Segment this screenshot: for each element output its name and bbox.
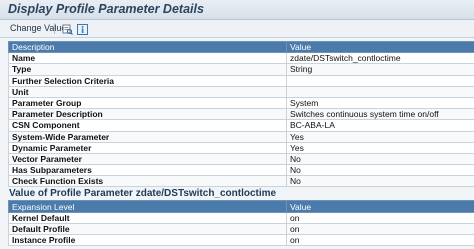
row-label: Parameter Group	[8, 96, 287, 110]
value-section-title: Value of Profile Parameter zdate/DSTswit…	[8, 187, 474, 201]
row-value: on	[286, 222, 474, 236]
table-row: Parameter Group System	[8, 96, 474, 110]
table-row: Type String	[8, 63, 474, 76]
page-title: Display Profile Parameter Details	[8, 2, 204, 16]
table-header-row: Description Value	[8, 40, 474, 54]
details-table: Description Value Name zdate/DSTswitch_co…	[8, 40, 474, 188]
table-row: Name zdate/DSTswitch_contloctime	[8, 52, 474, 65]
table-row: Parameter Description Switches continuous…	[8, 108, 474, 121]
row-label: Default Profile	[8, 222, 287, 236]
row-value: No	[286, 152, 474, 166]
row-value: String	[286, 63, 474, 76]
row-label: Type	[8, 63, 287, 76]
row-label: Unit	[8, 85, 287, 98]
row-value	[286, 85, 474, 98]
row-label: Instance Profile	[8, 233, 287, 247]
row-label: Check Function Exists	[8, 175, 287, 188]
table-row: Dynamic Parameter Yes	[8, 141, 474, 154]
column-header[interactable]: Expansion Level	[8, 200, 287, 213]
main-content: Description Value Name zdate/DSTswitch_co…	[8, 40, 474, 247]
value-table: Expansion Level Value Kernel Default on D…	[8, 200, 474, 247]
column-header[interactable]: Value	[286, 200, 474, 213]
row-label: Parameter Description	[8, 108, 287, 121]
change-value-button[interactable]: Change Value	[10, 23, 66, 33]
row-value: Switches continuous system time on/off	[286, 108, 474, 121]
table-row: Check Function Exists No	[8, 175, 474, 188]
table-row: Instance Profile on	[8, 233, 474, 247]
row-value: zdate/DSTswitch_contloctime	[286, 52, 474, 65]
table-row: CSN Component BC-ABA-LA	[8, 119, 474, 132]
row-value: on	[286, 211, 474, 224]
row-label: Dynamic Parameter	[8, 141, 287, 154]
row-label: Vector Parameter	[8, 152, 287, 166]
row-label: System-Wide Parameter	[8, 130, 287, 143]
row-label: CSN Component	[8, 119, 287, 132]
table-row: Further Selection Criteria	[8, 74, 474, 87]
table-row: Has Subparameters No	[8, 164, 474, 177]
row-value: Yes	[286, 141, 474, 154]
row-value: on	[286, 233, 474, 247]
where-used-icon[interactable]	[62, 22, 73, 35]
title-bar: Display Profile Parameter Details	[0, 0, 474, 20]
table-row: Default Profile on	[8, 222, 474, 236]
table-row: Vector Parameter No	[8, 152, 474, 166]
column-header[interactable]: Description	[8, 40, 287, 54]
toolbar-separator	[54, 23, 55, 34]
row-value	[286, 74, 474, 87]
row-label: Kernel Default	[8, 211, 287, 224]
row-value: No	[286, 175, 474, 188]
table-row: Kernel Default on	[8, 211, 474, 224]
row-value: Yes	[286, 130, 474, 143]
row-value: BC-ABA-LA	[286, 119, 474, 132]
info-icon[interactable]	[77, 22, 88, 35]
table-row: System-Wide Parameter Yes	[8, 130, 474, 143]
row-value: System	[286, 96, 474, 110]
row-label: Has Subparameters	[8, 164, 287, 177]
row-label: Name	[8, 52, 287, 65]
table-row: Unit	[8, 85, 474, 98]
row-value: No	[286, 164, 474, 177]
row-label: Further Selection Criteria	[8, 74, 287, 87]
toolbar: Change Value	[0, 20, 474, 38]
column-header[interactable]: Value	[286, 40, 474, 54]
table-header-row: Expansion Level Value	[8, 200, 474, 213]
